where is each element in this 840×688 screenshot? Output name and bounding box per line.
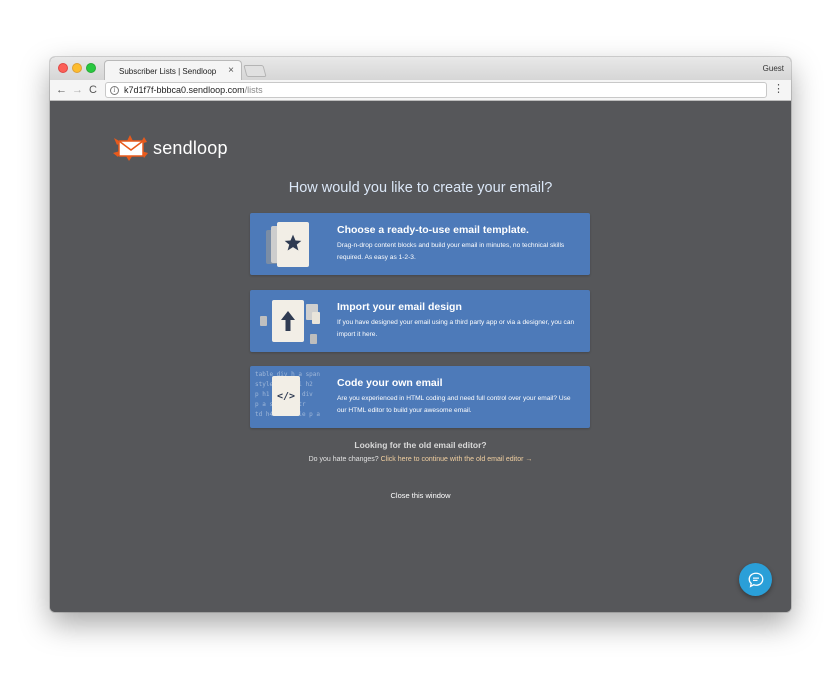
- tab-title: Subscriber Lists | Sendloop: [119, 66, 217, 76]
- upload-arrow-icon: [281, 311, 295, 331]
- forward-arrow-icon[interactable]: →: [72, 83, 83, 97]
- import-option-description: If you have designed your email using a …: [337, 319, 575, 338]
- title-bar: Subscriber Lists | Sendloop × Guest: [50, 57, 791, 81]
- old-editor-link[interactable]: Click here to continue with the old emai…: [381, 456, 533, 463]
- browser-tab[interactable]: Subscriber Lists | Sendloop ×: [104, 60, 242, 81]
- chat-bubble-icon: [748, 572, 763, 588]
- reload-icon[interactable]: C: [89, 83, 97, 97]
- code-icon: </>: [272, 376, 300, 416]
- new-tab-button[interactable]: [243, 65, 267, 77]
- browser-window: Subscriber Lists | Sendloop × Guest ← → …: [50, 57, 791, 612]
- template-option-description: Drag-n-drop content blocks and build you…: [337, 242, 565, 261]
- sendloop-logo: sendloop: [112, 135, 228, 161]
- address-bar[interactable]: i k7d1f7f-bbbca0.sendloop.com /lists: [105, 82, 767, 98]
- page-title: How would you like to create your email?: [288, 180, 553, 196]
- old-editor-prefix: Do you hate changes?: [308, 456, 381, 463]
- url-path: /lists: [244, 85, 263, 95]
- maximize-window-button[interactable]: [86, 63, 96, 73]
- template-option-title: Choose a ready-to-use email template.: [337, 224, 529, 236]
- close-window-link[interactable]: Close this window: [50, 491, 791, 500]
- envelope-burst-icon: [113, 135, 148, 161]
- code-glyph: </>: [276, 390, 296, 402]
- minimize-window-button[interactable]: [72, 63, 82, 73]
- close-window-button[interactable]: [58, 63, 68, 73]
- import-option-title: Import your email design: [337, 301, 462, 313]
- import-illustration: [250, 290, 334, 352]
- old-editor-text: Do you hate changes? Click here to conti…: [50, 456, 791, 463]
- star-icon: [284, 234, 302, 251]
- code-option-title: Code your own email: [337, 377, 443, 389]
- import-option-card[interactable]: Import your email design If you have des…: [250, 290, 590, 352]
- old-editor-title: Looking for the old email editor?: [354, 440, 487, 450]
- brand-name: sendloop: [153, 137, 228, 158]
- url-host: k7d1f7f-bbbca0.sendloop.com: [124, 85, 245, 95]
- info-icon[interactable]: i: [110, 85, 119, 95]
- profile-label[interactable]: Guest: [763, 64, 784, 73]
- browser-toolbar: ← → C i k7d1f7f-bbbca0.sendloop.com /lis…: [50, 80, 791, 101]
- code-option-card[interactable]: table div h a span style p b u l h2 p h1…: [250, 366, 590, 428]
- browser-menu-icon[interactable]: ⋮: [773, 82, 784, 96]
- template-option-card[interactable]: Choose a ready-to-use email template. Dr…: [250, 213, 590, 275]
- template-illustration: [250, 213, 334, 275]
- code-option-description: Are you experienced in HTML coding and n…: [337, 395, 571, 414]
- page-content: sendloop How would you like to create yo…: [50, 102, 791, 612]
- chat-button[interactable]: [739, 563, 772, 596]
- code-illustration: table div h a span style p b u l h2 p h1…: [250, 366, 334, 428]
- tab-close-icon[interactable]: ×: [228, 65, 234, 76]
- back-arrow-icon[interactable]: ←: [56, 83, 67, 97]
